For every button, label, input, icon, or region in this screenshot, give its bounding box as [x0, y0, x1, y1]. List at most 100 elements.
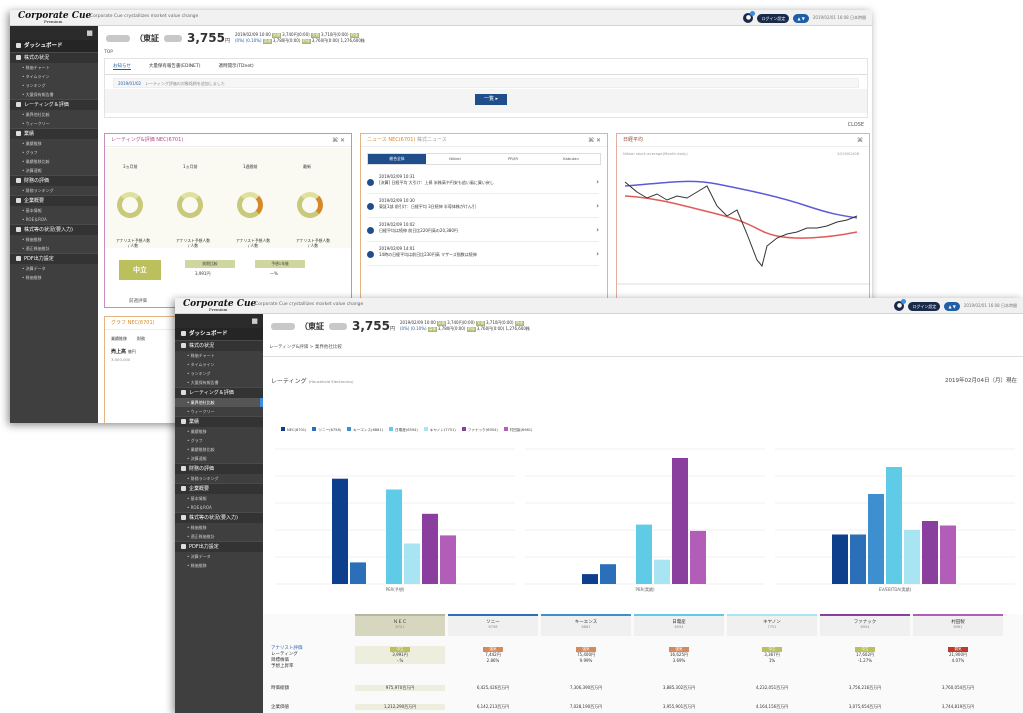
table-column-header[interactable]: キヤノン 7751 [727, 614, 817, 636]
sidebar-item[interactable]: • 決算データ [10, 264, 98, 273]
bar[interactable] [600, 564, 616, 584]
sidebar-item[interactable]: • タイムライン [175, 360, 263, 369]
sidebar-item[interactable]: • ROE＆ROA [10, 215, 98, 224]
sidebar-item[interactable]: • 適正株価推計 [10, 244, 98, 253]
sidebar-dashboard[interactable]: ダッシュボード [10, 40, 98, 52]
sidebar-group[interactable]: レーティング＆評価 [175, 387, 263, 398]
sidebar-item[interactable]: • 株価推移 [10, 273, 98, 282]
table-column-header[interactable]: ソニー 6758 [448, 614, 538, 636]
sidebar-group[interactable]: PDF出力設定 [10, 253, 98, 264]
sidebar-item[interactable]: • 株価チャート [10, 63, 98, 72]
breadcrumb[interactable]: TOP [104, 50, 113, 55]
sidebar-item[interactable]: • 決算データ [175, 552, 263, 561]
tab-graph-results[interactable]: 業績推移 [111, 336, 127, 342]
sidebar-group[interactable]: 企業概要 [175, 483, 263, 494]
nikkei-panel-controls[interactable]: ⌘ [857, 134, 863, 147]
menu-toggle-icon[interactable]: ■ [86, 29, 93, 37]
sidebar-group[interactable]: 株式等の状況(要入力) [175, 512, 263, 523]
bar[interactable] [850, 534, 866, 585]
bar[interactable] [904, 530, 920, 584]
legend-item[interactable]: 日電産(6594) [389, 427, 418, 433]
bar[interactable] [350, 562, 366, 584]
sidebar-group[interactable]: 企業概要 [10, 195, 98, 206]
legend-item[interactable]: 村田製(6981) [503, 427, 532, 433]
tab-news-pr[interactable]: PR/IR [484, 154, 542, 164]
notification-icon[interactable]: ● [743, 11, 756, 23]
sidebar-group[interactable]: 財務の評価 [10, 175, 98, 186]
table-column-header[interactable]: ＮＥＣ 6701 [355, 614, 445, 636]
account-button[interactable]: ▲ ▼ [793, 13, 809, 23]
notification-icon[interactable]: ● [894, 299, 907, 311]
logo[interactable]: Corporate Cue Premium [18, 12, 91, 24]
legend-item[interactable]: キーエンス(6861) [347, 427, 383, 433]
notice-row[interactable]: 2019/01/02 レーティング評価の対象銘柄を追加しました [113, 78, 859, 88]
menu-toggle-icon[interactable]: ■ [251, 317, 258, 325]
tab-news-nikkei[interactable]: Nikkei [426, 154, 484, 164]
account-button[interactable]: ▲ ▼ [944, 301, 960, 311]
sidebar-item[interactable]: • 株価チャート [175, 351, 263, 360]
bar[interactable] [672, 458, 688, 584]
bar[interactable] [440, 535, 456, 584]
news-item[interactable]: 2019/02/09 10:30 東証1部 前引け：日経平均 3日続伸 半導体株が… [367, 196, 599, 218]
sidebar-dashboard[interactable]: ダッシュボード [175, 328, 263, 340]
bar[interactable] [422, 513, 438, 584]
sidebar-item[interactable]: • ROE＆ROA [175, 503, 263, 512]
sidebar-item[interactable]: • 適正株価推計 [175, 532, 263, 541]
sidebar-item[interactable]: • グラフ [175, 436, 263, 445]
legend-item[interactable]: キヤノン(7751) [423, 427, 456, 433]
sidebar-group[interactable]: 株式等の状況(要入力) [10, 224, 98, 235]
table-column-header[interactable]: 村田製 6981 [913, 614, 1003, 636]
bar[interactable] [868, 494, 884, 584]
legend-item[interactable]: ファナック(6954) [461, 427, 498, 433]
legend-item[interactable]: NEC(6701) [281, 427, 306, 433]
table-column-header[interactable]: キーエンス 6861 [541, 614, 631, 636]
bar[interactable] [386, 489, 402, 585]
bar[interactable] [582, 574, 598, 584]
sidebar-group[interactable]: 株式の状況 [175, 340, 263, 351]
news-item[interactable]: 2019/02/09 14:01 14時の日経平均は前日比230円高 マザーズ指数… [367, 244, 599, 266]
sidebar-item[interactable]: • ウィークリー [175, 407, 263, 416]
bar[interactable] [404, 543, 420, 585]
sidebar-group[interactable]: PDF出力設定 [175, 541, 263, 552]
sidebar-item[interactable]: • 業界他社比較 [175, 398, 263, 407]
sidebar-item[interactable]: • 株価推移 [175, 523, 263, 532]
bar[interactable] [636, 524, 652, 584]
sidebar-item[interactable]: • 大量保有報告書 [175, 378, 263, 387]
sidebar-item[interactable]: • 業績推移比較 [10, 157, 98, 166]
logo[interactable]: Corporate Cue Premium [183, 300, 256, 312]
bar[interactable] [832, 534, 848, 585]
sidebar-item[interactable]: • グラフ [10, 148, 98, 157]
sidebar-group[interactable]: 財務の評価 [175, 463, 263, 474]
tab-edinet[interactable]: 大量保有報告書(EDINET) [149, 63, 201, 70]
tab-news-all[interactable]: 総合全体 [368, 154, 426, 164]
sidebar-group[interactable]: レーティング＆評価 [10, 99, 98, 110]
sidebar-group[interactable]: 株式の状況 [10, 52, 98, 63]
sidebar-item[interactable]: • 業界他社比較 [10, 110, 98, 119]
login-settings-button[interactable]: ログイン設定 [908, 301, 941, 311]
login-settings-button[interactable]: ログイン設定 [757, 13, 790, 23]
news-item[interactable]: 2019/02/09 10:02 日経平均は続伸 前日比220円高の20,380円… [367, 220, 599, 242]
sidebar-item[interactable]: • 財務ランキング [175, 474, 263, 483]
tab-graph-finance[interactable]: 財務 [137, 336, 145, 342]
bar[interactable] [886, 467, 902, 584]
sidebar-item[interactable]: • 株価推移 [175, 561, 263, 570]
news-item[interactable]: 2019/02/09 10:31 [決算] 日経平均 大引け：上昇 米株高や円安も… [367, 172, 599, 194]
table-column-header[interactable]: 日電産 6594 [634, 614, 724, 636]
legend-item[interactable]: ソニー(6758) [312, 427, 341, 433]
sidebar-item[interactable]: • 決算速報 [175, 454, 263, 463]
sidebar-item[interactable]: • ウィークリー [10, 119, 98, 128]
sidebar-item[interactable]: • 財務ランキング [10, 186, 98, 195]
tab-notice[interactable]: お知らせ [113, 63, 131, 70]
bar[interactable] [940, 525, 956, 585]
tab-news-kabutan[interactable]: Kabutan [542, 154, 600, 164]
bar[interactable] [332, 478, 348, 584]
list-button[interactable]: 一覧 ▸ [475, 94, 507, 105]
tab-tdnet[interactable]: 適時開示(TDnet) [219, 63, 254, 70]
sidebar-item[interactable]: • 業績推移 [10, 139, 98, 148]
news-panel-controls[interactable]: ⌘ ✕ [588, 134, 601, 147]
breadcrumb[interactable]: レーティング&評価 > 業界他社比較 [269, 344, 342, 350]
close-button[interactable]: CLOSE [848, 122, 864, 128]
bar[interactable] [690, 530, 706, 584]
sidebar-item[interactable]: • 業績推移比較 [175, 445, 263, 454]
bar[interactable] [654, 559, 670, 584]
